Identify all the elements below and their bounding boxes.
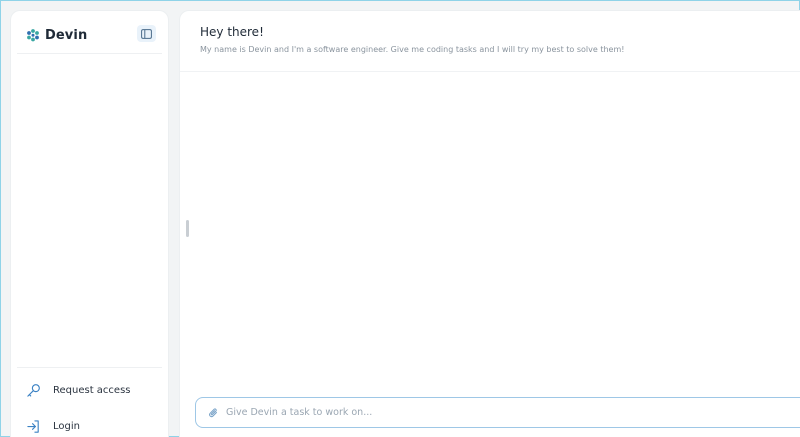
chat-panel: Hey there! My name is Devin and I'm a so… [179,10,800,437]
sidebar-item-request-access[interactable]: Request access [25,381,131,399]
greeting-title: Hey there! [200,25,264,39]
task-input[interactable] [226,407,800,418]
resize-handle[interactable] [186,220,189,237]
paperclip-icon[interactable] [208,407,220,419]
sidebar-item-label: Login [53,420,80,432]
sidebar-item-label: Request access [53,384,131,396]
sidebar-item-login[interactable]: Login [25,417,80,435]
login-arrow-icon [25,418,41,434]
sidebar-toggle-icon [141,28,152,39]
greeting-subtitle: My name is Devin and I'm a software engi… [200,45,625,54]
brand-name: Devin [45,27,88,43]
sidebar-divider [17,367,162,368]
devin-logo-icon [27,29,39,42]
sidebar-divider [17,53,162,54]
collapse-sidebar-button[interactable] [137,25,156,42]
brand[interactable]: Devin [26,25,87,45]
header-divider [180,71,800,72]
task-input-box[interactable] [195,397,800,428]
sidebar: Devin Request access Login [10,10,169,437]
key-icon [25,382,41,398]
